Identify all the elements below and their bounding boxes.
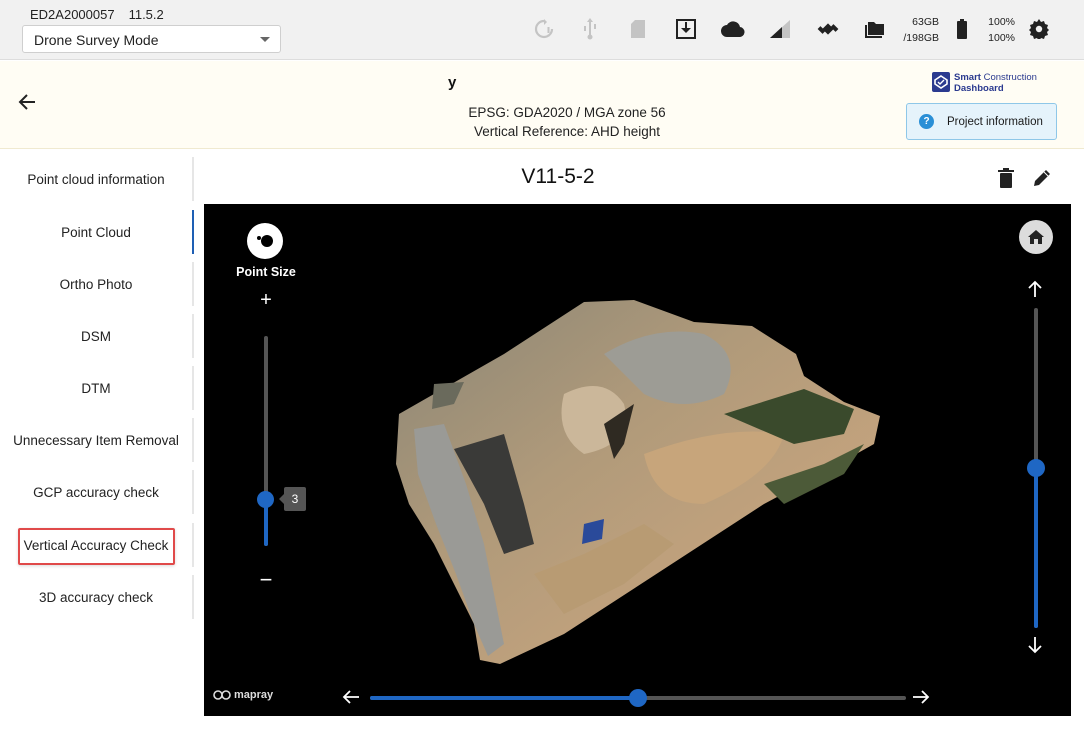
sd-card-icon — [630, 18, 646, 40]
horizontal-slider-fill — [370, 696, 638, 700]
point-size-decrease-button[interactable]: − — [258, 569, 274, 591]
arrow-left-icon[interactable] — [342, 688, 362, 706]
mapray-icon — [213, 690, 231, 700]
app-version: 11.5.2 — [128, 7, 164, 22]
site-title-partial: y — [448, 78, 457, 91]
download-box-icon — [675, 18, 697, 40]
point-size-slider-thumb[interactable] — [257, 490, 274, 508]
sidebar-item-label: Point Cloud — [61, 224, 131, 240]
sidebar-item-label: Ortho Photo — [59, 276, 133, 292]
sidebar-item-label: DSM — [81, 328, 111, 344]
usb-icon — [582, 18, 598, 40]
arrow-up-icon[interactable] — [1026, 280, 1044, 300]
point-size-value: 3 — [279, 487, 306, 512]
mapray-text: mapray — [234, 689, 274, 701]
sidebar-item-dsm[interactable]: DSM — [0, 314, 194, 358]
storage-total: /198GB — [903, 32, 939, 44]
sidebar-item-label: Vertical Accuracy Check — [23, 537, 169, 553]
chevron-down-icon — [260, 37, 270, 42]
device-id: ED2A2000057 — [30, 7, 115, 22]
smart-construction-logo: Smart Construction Dashboard — [932, 72, 1037, 98]
cloud-icon — [721, 18, 745, 40]
sidebar-item-label: Unnecessary Item Removal — [13, 432, 179, 448]
battery-levels: 100% 100% — [980, 14, 1015, 46]
sidebar-item-vertical-accuracy-check[interactable]: Vertical Accuracy Check — [0, 523, 194, 567]
horizontal-slider-thumb[interactable] — [629, 689, 647, 707]
page-header: y EPSG: GDA2020 / MGA zone 56 Vertical R… — [0, 61, 1084, 149]
back-arrow-icon[interactable] — [18, 93, 40, 113]
vertical-slider-thumb[interactable] — [1027, 459, 1045, 477]
storage-indicator: 63GB /198GB — [897, 14, 939, 46]
device-info: ED2A2000057 11.5.2 — [30, 7, 164, 22]
sidebar-item-3d-accuracy-check[interactable]: 3D accuracy check — [0, 575, 194, 619]
sidebar-item-label: 3D accuracy check — [38, 589, 154, 605]
status-bar: ED2A2000057 11.5.2 Drone Survey Mode 63GB… — [0, 0, 1084, 60]
sidebar-item-point-cloud[interactable]: Point Cloud — [0, 210, 194, 254]
folder-icon — [865, 18, 887, 40]
vertical-reference-label: Vertical Reference: AHD height — [473, 124, 661, 139]
mapray-logo: mapray — [213, 688, 273, 702]
point-size-label: Point Size — [236, 265, 296, 279]
trash-icon[interactable] — [997, 168, 1017, 188]
arrow-right-icon[interactable] — [912, 688, 932, 706]
coordinate-info: EPSG: GDA2020 / MGA zone 56 Vertical Ref… — [300, 103, 834, 141]
mode-select-value: Drone Survey Mode — [34, 32, 159, 48]
satellite-icon — [817, 18, 839, 40]
point-size-increase-button[interactable]: + — [258, 290, 274, 310]
project-information-label: Project information — [947, 115, 1043, 128]
logo-text-bold: Smart — [954, 72, 981, 83]
sidebar-item-unnecessary-item-removal[interactable]: Unnecessary Item Removal — [0, 418, 194, 462]
point-size-icon — [247, 223, 283, 259]
battery-level-1: 100% — [988, 16, 1015, 28]
sidebar-item-gcp-accuracy-check[interactable]: GCP accuracy check — [0, 470, 194, 514]
point-cloud-render — [396, 300, 880, 664]
sidebar-item-ortho-photo[interactable]: Ortho Photo — [0, 262, 194, 306]
vertical-slider-fill — [1034, 468, 1038, 628]
page-title: V11-5-2 — [521, 165, 595, 188]
sidebar-item-label: Point cloud information — [27, 171, 165, 187]
project-information-button[interactable]: ? Project information — [906, 103, 1057, 140]
sidebar-item-point-cloud-information[interactable]: Point cloud information — [0, 157, 194, 201]
epsg-label: EPSG: GDA2020 / MGA zone 56 — [468, 105, 666, 120]
mode-select[interactable]: Drone Survey Mode — [22, 25, 281, 53]
sidebar-item-label: DTM — [81, 380, 111, 396]
sidebar-item-dtm[interactable]: DTM — [0, 366, 194, 410]
battery-level-2: 100% — [988, 32, 1015, 44]
gear-icon[interactable] — [1028, 18, 1050, 40]
sync-alert-icon — [534, 18, 554, 40]
signal-icon — [770, 18, 790, 40]
point-cloud-viewer[interactable]: Point Size + 3 − mapray — [204, 204, 1071, 716]
logo-text-rest: Construction — [980, 72, 1037, 83]
sidebar-item-label: GCP accuracy check — [33, 484, 159, 500]
storage-used: 63GB — [912, 16, 939, 28]
home-icon[interactable] — [1019, 220, 1053, 254]
battery-icon — [955, 18, 969, 40]
question-icon: ? — [919, 114, 934, 129]
arrow-down-icon[interactable] — [1026, 636, 1044, 656]
logo-text-line2: Dashboard — [954, 83, 1004, 94]
pencil-icon[interactable] — [1032, 168, 1052, 188]
